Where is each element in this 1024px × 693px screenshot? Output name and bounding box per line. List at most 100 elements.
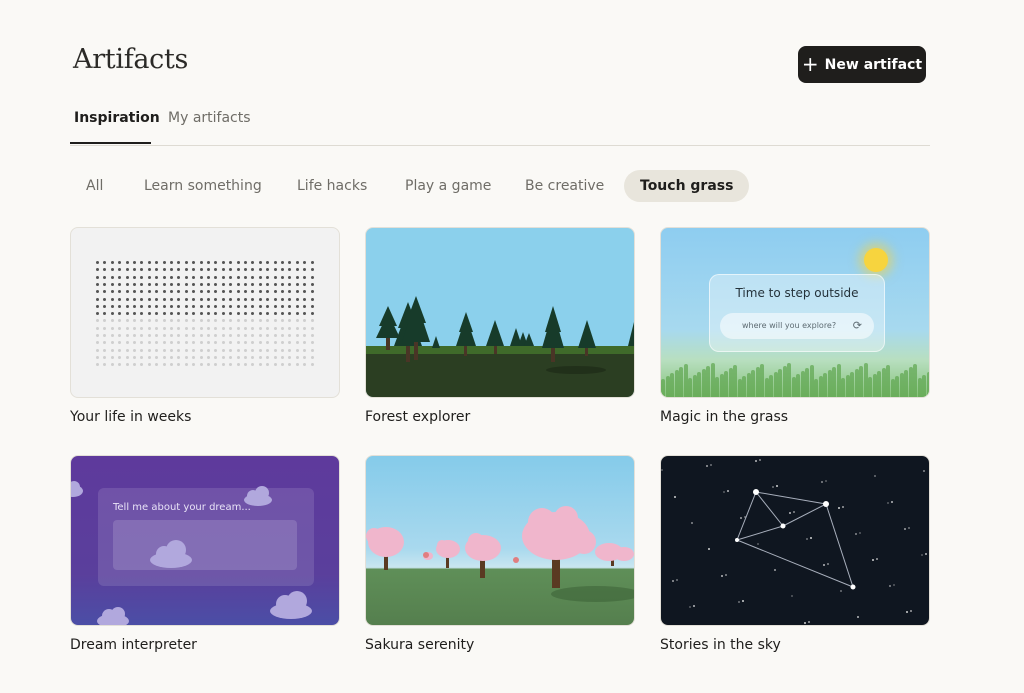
week-dot xyxy=(229,261,233,264)
week-dot xyxy=(251,334,255,337)
week-dot xyxy=(133,326,136,330)
week-dot xyxy=(288,275,292,279)
grass-blade xyxy=(665,376,670,397)
week-dot xyxy=(103,275,107,279)
week-dot xyxy=(162,341,166,345)
week-dot xyxy=(288,304,292,308)
cloud-icons xyxy=(71,481,312,625)
week-dot xyxy=(229,319,233,323)
week-dot xyxy=(244,334,247,337)
tab-inspiration[interactable]: Inspiration xyxy=(70,98,160,144)
week-dot xyxy=(199,304,203,308)
week-dot xyxy=(251,275,255,279)
week-dot xyxy=(266,268,270,272)
week-dot xyxy=(133,334,136,337)
grass-blade xyxy=(800,371,805,397)
filter-learn-something[interactable]: Learn something xyxy=(128,170,278,202)
card-title: Magic in the grass xyxy=(660,409,789,425)
week-dot xyxy=(214,268,218,272)
week-dot xyxy=(110,355,114,359)
artifact-card-dream-interpreter[interactable]: Tell me about your dream... Dream interp… xyxy=(70,455,340,653)
week-dot xyxy=(281,348,284,352)
week-dot xyxy=(155,282,159,286)
week-dot xyxy=(110,319,114,323)
week-dot xyxy=(162,334,166,337)
week-dot xyxy=(236,290,240,294)
week-dot xyxy=(118,334,122,337)
week-dot xyxy=(229,304,233,308)
week-dot xyxy=(295,326,299,330)
week-dot xyxy=(110,304,114,308)
artifact-card-magic-in-the-grass[interactable]: Time to step outside where will you expl… xyxy=(660,227,930,425)
week-dot xyxy=(273,363,277,367)
week-dot xyxy=(207,297,210,301)
week-dot xyxy=(155,268,159,272)
grass-blade xyxy=(796,374,800,397)
tab-my-artifacts[interactable]: My artifacts xyxy=(168,98,251,144)
week-dot xyxy=(244,261,247,264)
week-dot xyxy=(170,355,173,359)
week-dot xyxy=(310,297,314,301)
week-dot xyxy=(103,363,107,367)
week-dot xyxy=(155,312,159,316)
week-dot xyxy=(155,355,159,359)
week-dot xyxy=(266,282,270,286)
week-dot xyxy=(133,355,136,359)
week-dot xyxy=(147,261,151,264)
week-dot xyxy=(281,326,284,330)
week-dot xyxy=(170,304,173,308)
card-thumbnail xyxy=(660,455,930,626)
week-dot xyxy=(192,290,196,294)
week-dot xyxy=(192,268,196,272)
week-dot xyxy=(229,341,233,345)
week-dot xyxy=(221,355,225,359)
week-dot xyxy=(177,348,181,352)
filter-be-creative[interactable]: Be creative xyxy=(509,170,620,202)
week-dot xyxy=(310,348,314,352)
filter-life-hacks[interactable]: Life hacks xyxy=(281,170,383,202)
grass-blade xyxy=(904,370,908,397)
week-dot xyxy=(295,348,299,352)
week-dot xyxy=(125,348,129,352)
week-dot xyxy=(207,268,210,272)
grass-blade xyxy=(809,365,814,397)
week-dot xyxy=(229,290,233,294)
grass-blade xyxy=(913,364,917,397)
week-dot xyxy=(96,312,99,316)
week-dot xyxy=(177,312,181,316)
grass-blade xyxy=(719,374,724,397)
week-dot xyxy=(170,319,173,323)
week-dot xyxy=(229,363,233,367)
week-dot xyxy=(273,312,277,316)
week-dot xyxy=(110,326,114,330)
week-dot xyxy=(303,290,307,294)
filter-touch-grass[interactable]: Touch grass xyxy=(624,170,750,202)
week-dot xyxy=(221,341,225,345)
week-dot xyxy=(162,290,166,294)
week-dot xyxy=(273,304,277,308)
filter-all[interactable]: All xyxy=(70,170,119,202)
constellation-lines xyxy=(735,489,856,590)
week-dot xyxy=(140,261,144,264)
week-dot xyxy=(118,290,122,294)
week-dot xyxy=(273,268,277,272)
week-dot xyxy=(258,268,262,272)
grass-blade xyxy=(850,372,854,397)
week-dot xyxy=(125,261,129,264)
filter-play-a-game[interactable]: Play a game xyxy=(389,170,507,202)
week-dot xyxy=(140,363,144,367)
week-dot xyxy=(221,275,225,279)
week-dot xyxy=(96,355,99,359)
week-dot xyxy=(266,304,270,308)
week-dot xyxy=(96,363,99,367)
artifact-card-forest-explorer[interactable]: Forest explorer xyxy=(365,227,635,425)
artifact-card-sakura-serenity[interactable]: Sakura serenity xyxy=(365,455,635,653)
new-artifact-button[interactable]: + New artifact xyxy=(798,46,926,83)
artifact-card-stories-in-the-sky[interactable]: Stories in the sky xyxy=(660,455,930,653)
week-dot xyxy=(236,363,240,367)
week-dot xyxy=(244,290,247,294)
grass-blade xyxy=(917,378,922,397)
artifact-card-life-in-weeks[interactable]: Your life in weeks xyxy=(70,227,340,425)
week-dot xyxy=(251,363,255,367)
week-dot xyxy=(184,319,188,323)
